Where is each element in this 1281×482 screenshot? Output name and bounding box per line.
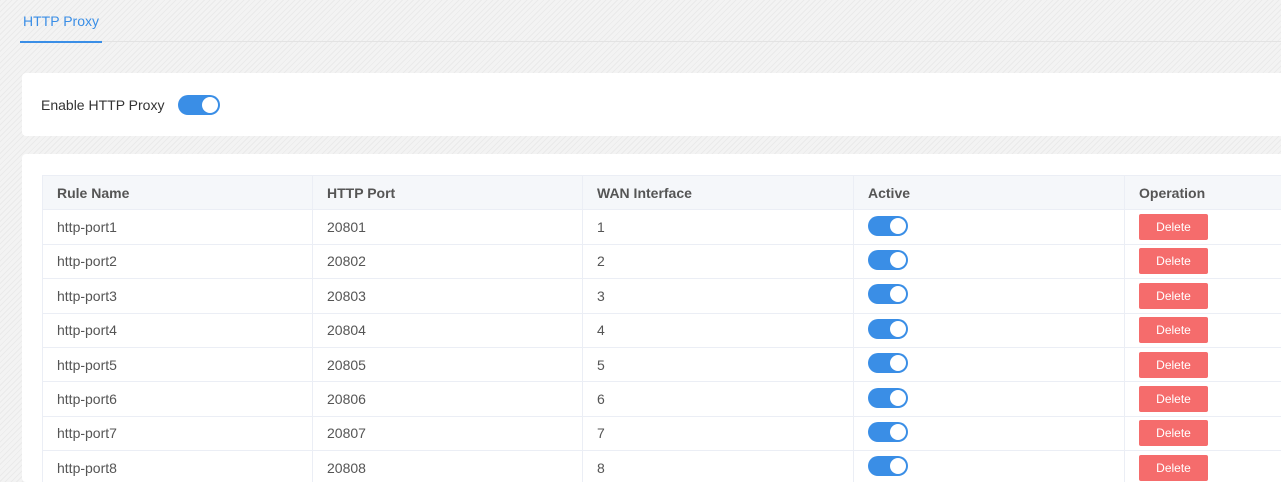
active-toggle[interactable]: [868, 456, 908, 477]
active-toggle[interactable]: [868, 249, 908, 270]
toggle-knob: [890, 286, 906, 303]
active-toggle[interactable]: [868, 421, 908, 442]
wan-interface-cell: 3: [582, 278, 854, 314]
tab-http-proxy[interactable]: HTTP Proxy: [20, 0, 102, 43]
active-toggle[interactable]: [868, 215, 908, 236]
delete-button[interactable]: Delete: [1139, 214, 1208, 241]
operation-cell: Delete: [1124, 450, 1281, 482]
wan-interface-cell: 7: [582, 415, 854, 452]
rule-name-cell: http-port1: [42, 209, 313, 245]
tab-bar: HTTP Proxy: [20, 0, 1281, 43]
wan-interface-cell: 1: [582, 209, 854, 245]
column-header-rule-name: Rule Name: [42, 174, 313, 211]
wan-interface-cell: 2: [582, 243, 854, 280]
table-row: http-port4 20804 4 Delete: [42, 312, 1281, 348]
delete-button[interactable]: Delete: [1139, 454, 1208, 481]
active-cell: [853, 243, 1125, 280]
toggle-knob: [890, 251, 906, 268]
active-toggle[interactable]: [868, 284, 908, 305]
delete-button[interactable]: Delete: [1139, 386, 1208, 413]
toggle-knob: [890, 423, 906, 440]
column-header-http-port: HTTP Port: [312, 174, 583, 211]
rule-name-cell: http-port4: [42, 312, 313, 348]
column-header-wan-interface: WAN Interface: [582, 174, 854, 211]
http-port-cell: 20804: [312, 312, 583, 348]
rule-name-cell: http-port8: [42, 450, 313, 482]
column-header-operation: Operation: [1124, 174, 1281, 211]
active-toggle[interactable]: [868, 318, 908, 339]
column-header-active: Active: [853, 174, 1125, 211]
operation-cell: Delete: [1124, 209, 1281, 245]
table-row: http-port1 20801 1 Delete: [42, 209, 1281, 245]
operation-cell: Delete: [1124, 381, 1281, 417]
rules-table: Rule Name HTTP Port WAN Interface Active…: [42, 174, 1281, 482]
active-cell: [853, 346, 1125, 383]
http-port-cell: 20808: [312, 450, 583, 482]
delete-button[interactable]: Delete: [1139, 248, 1208, 275]
active-cell: [853, 415, 1125, 452]
http-port-cell: 20805: [312, 346, 583, 383]
table-row: http-port8 20808 8 Delete: [42, 450, 1281, 482]
operation-cell: Delete: [1124, 346, 1281, 383]
active-cell: [853, 312, 1125, 348]
wan-interface-cell: 5: [582, 346, 854, 383]
table-row: http-port5 20805 5 Delete: [42, 346, 1281, 383]
rule-name-cell: http-port2: [42, 243, 313, 280]
table-row: http-port6 20806 6 Delete: [42, 381, 1281, 417]
active-cell: [853, 278, 1125, 314]
delete-button[interactable]: Delete: [1139, 351, 1208, 378]
toggle-knob: [890, 389, 906, 406]
enable-http-proxy-toggle[interactable]: [178, 94, 221, 115]
toggle-knob: [890, 458, 906, 475]
rule-name-cell: http-port3: [42, 278, 313, 314]
active-cell: [853, 450, 1125, 482]
http-port-cell: 20803: [312, 278, 583, 314]
operation-cell: Delete: [1124, 278, 1281, 314]
active-cell: [853, 381, 1125, 417]
rule-name-cell: http-port5: [42, 346, 313, 383]
toggle-knob: [890, 320, 906, 337]
delete-button[interactable]: Delete: [1139, 420, 1208, 447]
toggle-knob: [890, 217, 906, 234]
delete-button[interactable]: Delete: [1139, 317, 1208, 344]
operation-cell: Delete: [1124, 243, 1281, 280]
http-port-cell: 20801: [312, 209, 583, 245]
toggle-knob: [202, 96, 219, 113]
http-port-cell: 20802: [312, 243, 583, 280]
rules-table-card: Rule Name HTTP Port WAN Interface Active…: [22, 154, 1281, 482]
enable-proxy-card: Enable HTTP Proxy: [22, 73, 1281, 136]
wan-interface-cell: 6: [582, 381, 854, 417]
operation-cell: Delete: [1124, 312, 1281, 348]
active-toggle[interactable]: [868, 353, 908, 374]
wan-interface-cell: 8: [582, 450, 854, 482]
http-port-cell: 20807: [312, 415, 583, 452]
table-row: http-port3 20803 3 Delete: [42, 278, 1281, 314]
table-header-row: Rule Name HTTP Port WAN Interface Active…: [42, 174, 1281, 211]
rule-name-cell: http-port7: [42, 415, 313, 452]
table-row: http-port7 20807 7 Delete: [42, 415, 1281, 452]
delete-button[interactable]: Delete: [1139, 282, 1208, 309]
rule-name-cell: http-port6: [42, 381, 313, 417]
toggle-knob: [890, 355, 906, 372]
active-cell: [853, 209, 1125, 245]
operation-cell: Delete: [1124, 415, 1281, 452]
table-row: http-port2 20802 2 Delete: [42, 243, 1281, 280]
enable-http-proxy-label: Enable HTTP Proxy: [41, 96, 165, 113]
http-port-cell: 20806: [312, 381, 583, 417]
active-toggle[interactable]: [868, 387, 908, 408]
wan-interface-cell: 4: [582, 312, 854, 348]
